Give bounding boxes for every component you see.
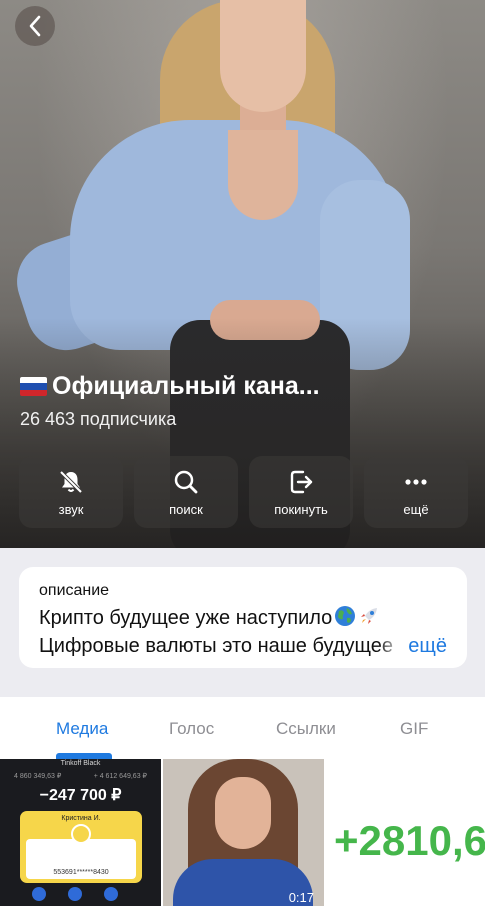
- star-icon: [68, 887, 82, 901]
- tab-gif[interactable]: GIF: [400, 719, 428, 739]
- card-holder: Кристина И.: [61, 815, 101, 822]
- video-duration: 0:17: [288, 890, 314, 905]
- share-icon: [104, 887, 118, 901]
- chevron-left-icon: [29, 15, 41, 37]
- tab-links[interactable]: Ссылки: [276, 719, 336, 739]
- leave-icon: [290, 470, 313, 493]
- bank-card: Кристина И. 553691******8430: [20, 811, 142, 883]
- more-button[interactable]: ещё: [364, 456, 468, 528]
- tab-voice[interactable]: Голос: [169, 719, 214, 739]
- bank-sub-left: 4 860 349,63 ₽: [14, 773, 62, 780]
- media-grid: Tinkoff Black 4 860 349,63 ₽ + 4 612 649…: [0, 759, 485, 906]
- media-thumb-number[interactable]: +2810,6: [326, 759, 485, 906]
- mute-label: звук: [58, 501, 84, 517]
- description-text-1: Крипто будущее уже наступило: [39, 607, 333, 629]
- description-line-2: Цифровые валюты это наше будущее ещё: [39, 635, 447, 658]
- video-person-face: [215, 777, 271, 849]
- tab-media[interactable]: Медиа: [56, 719, 108, 739]
- search-button[interactable]: поиск: [134, 456, 238, 528]
- russia-flag-icon: [20, 377, 47, 396]
- bank-sub-right: + 4 612 649,63 ₽: [93, 773, 147, 780]
- bank-name: Tinkoff Black: [60, 760, 101, 767]
- media-thumb-bank[interactable]: Tinkoff Black 4 860 349,63 ₽ + 4 612 649…: [0, 759, 161, 906]
- bank-action-icons: [32, 887, 118, 901]
- tab-bar: Медиа Голос Ссылки GIF: [0, 697, 485, 759]
- bell-slash-icon: [59, 470, 83, 493]
- description-card: описание Крипто будущее уже наступило Ци…: [19, 567, 467, 668]
- more-label: ещё: [403, 501, 429, 517]
- description-text-2: Цифровые валюты это наше будущее: [39, 635, 393, 657]
- card-number: 553691******8430: [53, 869, 109, 876]
- description-line-1: Крипто будущее уже наступило: [39, 605, 447, 630]
- globe-emoji-icon: [335, 606, 356, 626]
- big-green-number: +2810,6: [334, 817, 485, 864]
- subscriber-count: 26 463 подписчика: [20, 409, 177, 429]
- description-more-link[interactable]: ещё: [378, 635, 447, 658]
- more-icon: [405, 478, 427, 485]
- channel-title: Официальный кана...: [52, 372, 320, 400]
- bank-balance: −247 700 ₽: [39, 787, 122, 804]
- action-buttons: звук поиск покинуть ещё: [19, 456, 468, 528]
- leave-label: покинуть: [274, 501, 328, 517]
- channel-title-row: Официальный кана...: [20, 372, 320, 401]
- mute-button[interactable]: звук: [19, 456, 123, 528]
- leave-button[interactable]: покинуть: [249, 456, 353, 528]
- photo-chest: [228, 130, 298, 220]
- search-label: поиск: [169, 501, 203, 517]
- media-tabs: Медиа Голос Ссылки GIF: [0, 697, 485, 759]
- description-label: описание: [39, 582, 110, 599]
- back-button[interactable]: [15, 6, 55, 46]
- rocket-emoji-icon: [361, 608, 378, 624]
- coin-icon: [71, 824, 91, 844]
- search-icon: [174, 470, 198, 493]
- doc-icon: [32, 887, 46, 901]
- media-thumb-video[interactable]: 0:17: [163, 759, 324, 906]
- photo-face: [220, 0, 306, 112]
